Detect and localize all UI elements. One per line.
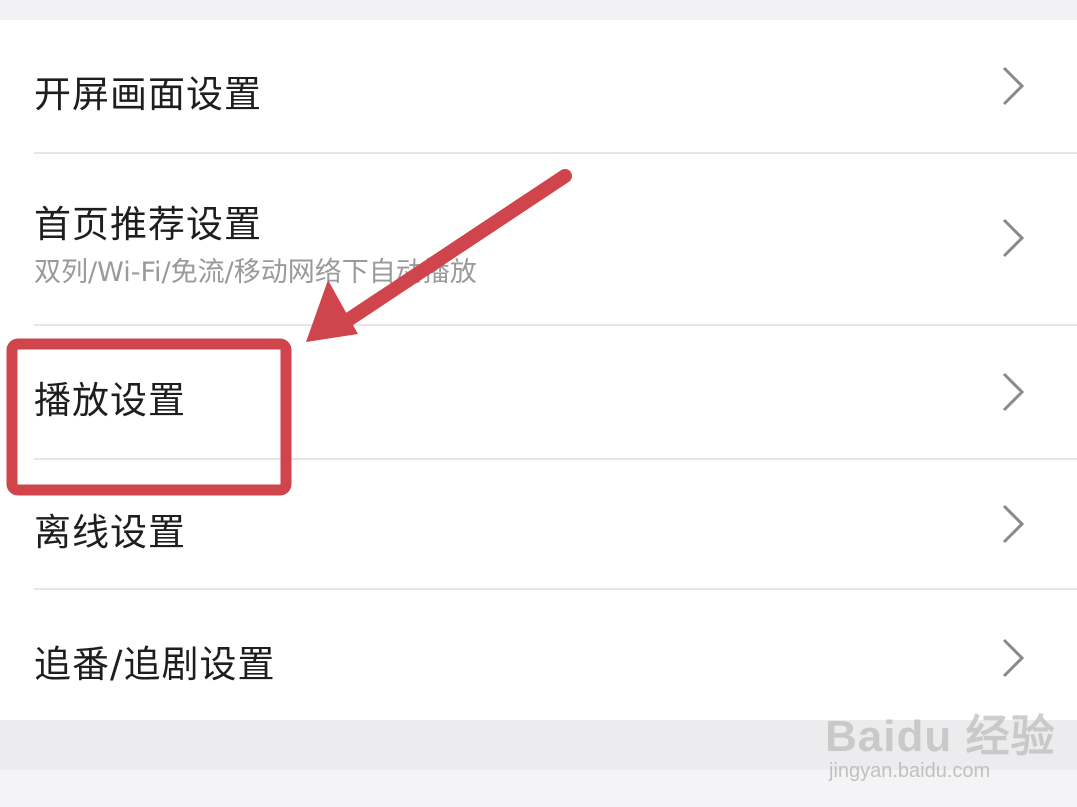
settings-item-splash-screen[interactable]: 开屏画面设置 xyxy=(0,20,1077,152)
settings-item-title: 开屏画面设置 xyxy=(34,73,262,116)
settings-item-subtitle: 双列/Wi-Fi/免流/移动网络下自动播放 xyxy=(34,257,477,288)
chevron-right-icon xyxy=(1002,218,1025,258)
settings-item-playback[interactable]: 播放设置 xyxy=(0,326,1077,458)
settings-item-title: 追番/追剧设置 xyxy=(34,643,276,686)
settings-item-title: 播放设置 xyxy=(34,379,186,422)
chevron-right-icon xyxy=(1002,66,1025,106)
chevron-right-icon xyxy=(1002,504,1025,544)
settings-item-title: 首页推荐设置 xyxy=(34,203,262,246)
settings-item-offline[interactable]: 离线设置 xyxy=(0,460,1077,588)
settings-item-title: 离线设置 xyxy=(34,511,186,554)
settings-list: 开屏画面设置 首页推荐设置 双列/Wi-Fi/免流/移动网络下自动播放 播放设置… xyxy=(0,20,1077,720)
chevron-right-icon xyxy=(1002,638,1025,678)
bottom-spacer xyxy=(0,720,1077,770)
settings-item-follow-series[interactable]: 追番/追剧设置 xyxy=(0,590,1077,720)
top-spacer xyxy=(0,0,1077,20)
settings-item-home-recommend[interactable]: 首页推荐设置 双列/Wi-Fi/免流/移动网络下自动播放 xyxy=(0,154,1077,324)
chevron-right-icon xyxy=(1002,372,1025,412)
bottom-area xyxy=(0,770,1077,807)
